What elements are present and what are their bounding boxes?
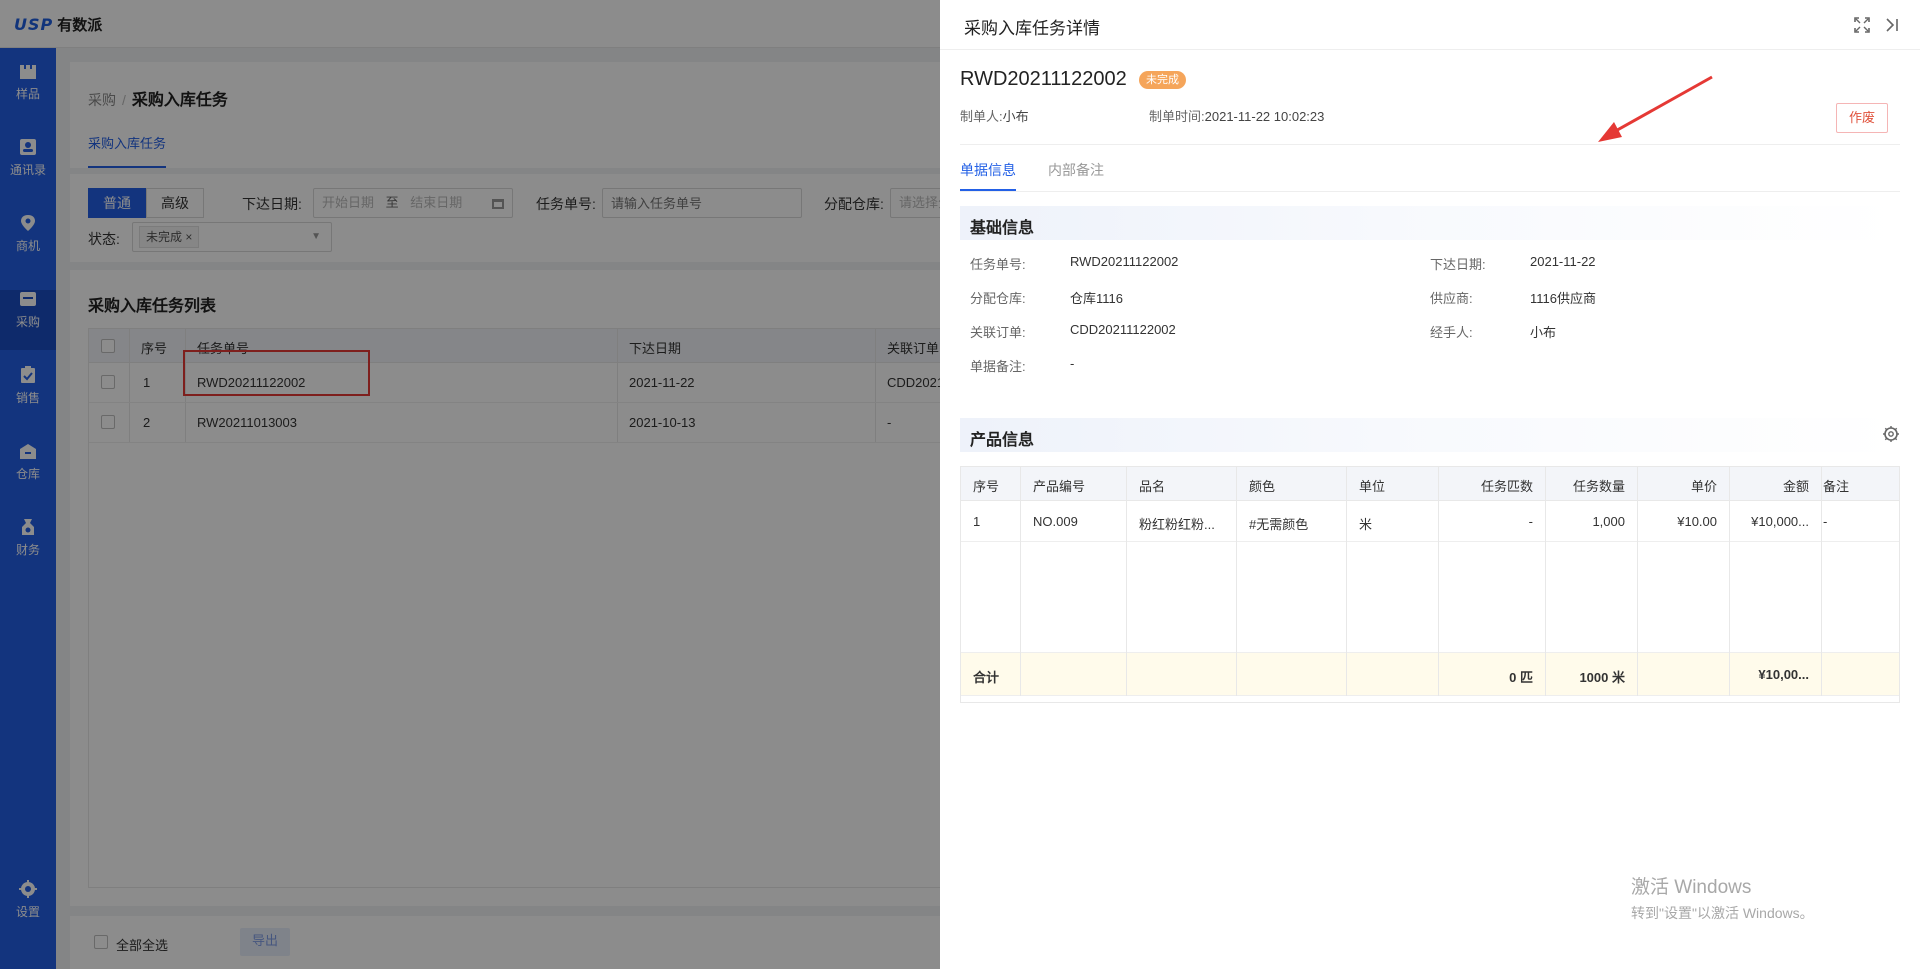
collapse-drawer-icon[interactable]: [1883, 16, 1901, 34]
creator-value: 小布: [1002, 109, 1029, 124]
column-task-qty: 任务数量: [1572, 479, 1625, 494]
remark-label: 单据备注:: [970, 359, 1026, 374]
basic-info-title: 基础信息: [970, 220, 1035, 237]
issue-date-label: 下达日期:: [1430, 257, 1486, 272]
status-badge: 未完成: [1139, 71, 1186, 89]
task-no-label: 任务单号:: [970, 257, 1026, 272]
task-no-value: RWD20211122002: [1070, 254, 1179, 269]
watermark-line-2: 转到"设置"以激活 Windows。: [1631, 905, 1814, 921]
row-task-pieces: -: [1528, 514, 1533, 529]
void-button[interactable]: 作废: [1836, 103, 1888, 133]
row-product-name: 粉红粉红粉...: [1139, 517, 1215, 532]
table-row[interactable]: 1 NO.009 粉红粉红粉... #无需颜色 米 - 1,000 ¥10.00…: [961, 501, 1899, 542]
row-color: #无需颜色: [1249, 517, 1309, 532]
column-unit: 单位: [1359, 479, 1386, 494]
row-seq: 1: [973, 514, 981, 529]
handler-label: 经手人:: [1430, 325, 1473, 340]
product-table: 序号 产品编号 品名 颜色 单位 任务匹数 任务数量 单价 金额 备注 1 NO…: [960, 466, 1900, 703]
column-color: 颜色: [1249, 479, 1276, 494]
column-amount: 金额: [1782, 479, 1809, 494]
windows-activation-watermark: 激活 Windows 转到"设置"以激活 Windows。: [1631, 872, 1814, 923]
created-time-info: 制单时间:2021-11-22 10:02:23: [1149, 106, 1324, 125]
issue-date-value: 2021-11-22: [1530, 254, 1596, 269]
total-pieces: 0 匹: [1509, 670, 1533, 685]
product-info-title: 产品信息: [970, 432, 1035, 449]
column-remark: 备注: [1823, 479, 1850, 494]
creator-info: 制单人:小布: [960, 106, 1029, 125]
basic-info-section-header: 基础信息: [960, 206, 1900, 240]
created-time-value: 2021-11-22 10:02:23: [1204, 109, 1325, 124]
total-row: 合计 0 匹 1000 米 ¥10,00...: [961, 652, 1899, 696]
row-amount: ¥10,000...: [1751, 514, 1809, 529]
total-amount: ¥10,00...: [1758, 667, 1809, 682]
row-remark: -: [1823, 514, 1828, 529]
watermark-line-1: 激活 Windows: [1631, 877, 1752, 898]
supplier-label: 供应商:: [1430, 291, 1473, 306]
related-order-label: 关联订单:: [970, 325, 1026, 340]
total-qty: 1000 米: [1579, 670, 1625, 685]
product-table-header: 序号 产品编号 品名 颜色 单位 任务匹数 任务数量 单价 金额 备注: [961, 467, 1899, 501]
tab-internal-notes[interactable]: 内部备注: [1048, 160, 1104, 180]
created-time-label: 制单时间:: [1149, 109, 1205, 124]
tab-document-info[interactable]: 单据信息: [960, 160, 1016, 180]
warehouse-value: 仓库1116: [1070, 291, 1123, 306]
handler-value: 小布: [1530, 325, 1557, 340]
supplier-value: 1116供应商: [1530, 291, 1596, 306]
creator-label: 制单人:: [960, 109, 1003, 124]
column-product-name: 品名: [1139, 479, 1166, 494]
row-unit-price: ¥10.00: [1677, 514, 1717, 529]
drawer-header: 采购入库任务详情: [940, 0, 1920, 50]
product-info-section-header: 产品信息: [960, 418, 1900, 452]
column-task-pieces: 任务匹数: [1480, 479, 1533, 494]
row-product-code: NO.009: [1033, 514, 1078, 529]
detail-drawer: 采购入库任务详情 RWD20211122002 未完成 制单人:小布 制单时间:…: [940, 0, 1920, 969]
column-unit-price: 单价: [1690, 479, 1717, 494]
total-label: 合计: [973, 670, 1000, 685]
related-order-value: CDD20211122002: [1070, 322, 1176, 337]
remark-value: -: [1070, 356, 1075, 371]
fullscreen-icon[interactable]: [1853, 16, 1871, 34]
row-task-qty: 1,000: [1592, 514, 1625, 529]
warehouse-label: 分配仓库:: [970, 291, 1026, 306]
document-number: RWD20211122002: [960, 68, 1127, 90]
column-seq: 序号: [973, 479, 1000, 494]
column-product-code: 产品编号: [1033, 479, 1086, 494]
row-unit: 米: [1359, 517, 1373, 532]
gear-icon[interactable]: [1882, 425, 1900, 443]
drawer-title: 采购入库任务详情: [964, 19, 1100, 38]
